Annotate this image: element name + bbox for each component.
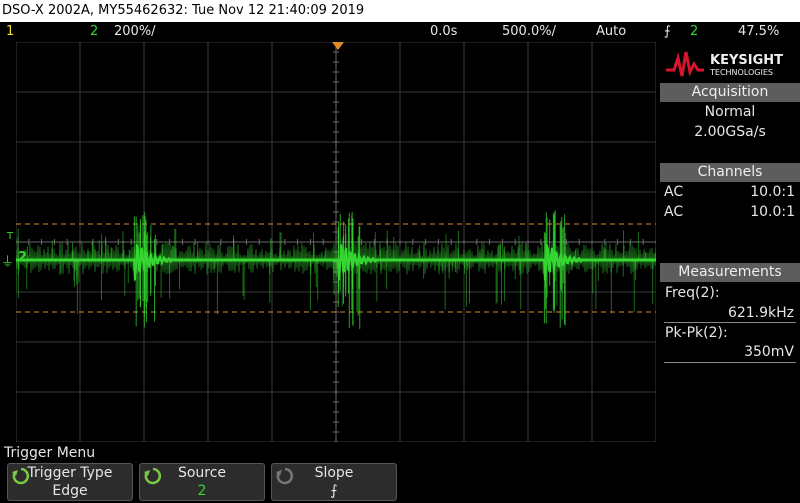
trigger-type-label: Trigger Type (27, 465, 113, 481)
freq-label: Freq(2): (665, 285, 720, 301)
time-delay[interactable]: 0.0s (430, 22, 457, 41)
measurements-header[interactable]: Measurements (660, 263, 800, 282)
divider (664, 322, 796, 323)
svg-text:KEYSIGHT: KEYSIGHT (710, 53, 783, 68)
source-label: Source (177, 465, 227, 481)
time-scale[interactable]: 500.0%/ (502, 22, 556, 41)
channels-header[interactable]: Channels (660, 163, 800, 182)
acquisition-mode: Normal (704, 104, 756, 120)
channel-1-probe: 10.0:1 (750, 184, 795, 200)
keysight-logo: KEYSIGHT TECHNOLOGIES (666, 51, 783, 77)
pkpk-label: Pk-Pk(2): (665, 325, 728, 341)
channel-1-label[interactable]: 1 (6, 22, 14, 41)
channel-2-ground-marker[interactable]: ⏚ (1, 251, 14, 270)
slope-value: ⨍ (330, 483, 338, 499)
channel-1-coupling: AC (664, 184, 684, 200)
trigger-mode[interactable]: Auto (596, 22, 626, 41)
trigger-level[interactable]: 47.5% (738, 22, 779, 41)
trigger-menu-title: Trigger Menu (4, 445, 96, 461)
sample-rate: 2.00GSa/s (694, 124, 766, 140)
freq-value: 621.9kHz (727, 305, 794, 321)
svg-text:TECHNOLOGIES: TECHNOLOGIES (709, 68, 773, 77)
channel-2-probe: 10.0:1 (750, 204, 795, 220)
channel-2-marker[interactable]: 2 (18, 250, 27, 265)
trigger-type-softkey[interactable]: Trigger Type Edge (7, 463, 133, 501)
trigger-slope-icon: ⨍ (664, 24, 671, 39)
channel-2-label[interactable]: 2 (90, 22, 98, 41)
trigger-position-icon[interactable] (332, 42, 344, 50)
sidebar (660, 42, 800, 442)
trigger-source[interactable]: 2 (690, 22, 698, 41)
channel-2-coupling: AC (664, 204, 684, 220)
trigger-type-value: Edge (52, 483, 88, 499)
slope-label: Slope (314, 465, 354, 481)
trigger-level-marker[interactable]: T (7, 231, 13, 242)
window-title: DSO-X 2002A, MY55462632: Tue Nov 12 21:4… (0, 0, 800, 22)
acquisition-header[interactable]: Acquisition (660, 83, 800, 102)
channel-2-scale[interactable]: 200%/ (114, 22, 156, 41)
source-softkey[interactable]: Source 2 (139, 463, 265, 501)
source-value: 2 (197, 483, 207, 499)
pkpk-value: 350mV (744, 344, 794, 360)
status-bar: 1 2 200%/ 0.0s 500.0%/ Auto ⨍ 2 47.5% (0, 22, 800, 41)
waveform-display[interactable] (16, 42, 656, 442)
slope-softkey[interactable]: Slope ⨍ (271, 463, 397, 501)
divider (664, 362, 796, 363)
